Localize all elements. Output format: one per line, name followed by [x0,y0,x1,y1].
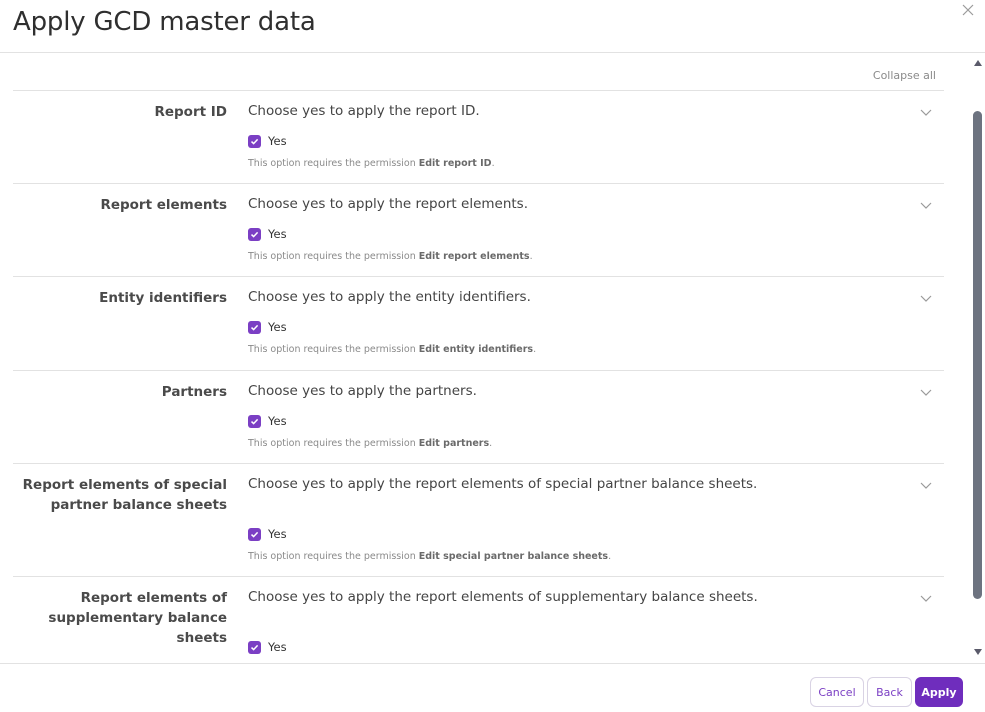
checkbox-box[interactable] [248,414,261,428]
checkbox-label: Yes [268,227,287,241]
dialog-content: Collapse all Report ID Choose yes to app… [0,53,985,663]
yes-checkbox[interactable]: Yes [248,640,287,654]
yes-checkbox[interactable]: Yes [248,320,287,334]
close-button[interactable] [960,2,976,18]
permission-note: This option requires the permission Edit… [248,158,495,169]
section-report-id: Report ID Choose yes to apply the report… [13,91,944,184]
permission-note: This option requires the permission Edit… [248,438,493,449]
sections-list: Report ID Choose yes to apply the report… [13,90,944,663]
section-description: Choose yes to apply the entity identifie… [248,289,531,305]
scroll-down-arrow-icon[interactable] [974,649,982,655]
chevron-down-icon[interactable] [919,591,933,605]
section-supplementary-balance-sheets: Report elements of supplementary balance… [13,577,944,663]
collapse-all-link[interactable]: Collapse all [873,69,936,82]
dialog-title: Apply GCD master data [13,7,316,37]
vertical-scrollbar[interactable] [969,53,985,663]
permission-name: Edit entity identifiers [418,344,534,355]
dialog-footer: Cancel Back Apply [0,663,985,712]
permission-note: This option requires the permission Edit… [248,551,612,562]
section-description: Choose yes to apply the report elements … [248,476,758,492]
close-icon [962,4,974,16]
yes-checkbox[interactable]: Yes [248,414,287,428]
yes-checkbox[interactable]: Yes [248,527,287,541]
scroll-up-arrow-icon[interactable] [974,60,982,66]
apply-button[interactable]: Apply [915,677,963,707]
section-report-elements: Report elements Choose yes to apply the … [13,184,944,277]
yes-checkbox[interactable]: Yes [248,134,287,148]
permission-name: Edit special partner balance sheets [418,551,609,562]
chevron-down-icon[interactable] [919,198,933,212]
checkbox-label: Yes [268,414,287,428]
checkbox-label: Yes [268,527,287,541]
section-description: Choose yes to apply the partners. [248,383,477,399]
checkmark-icon [250,418,259,425]
chevron-down-icon[interactable] [919,105,933,119]
section-label: Entity identifiers [99,290,227,306]
permission-name: Edit report ID [418,158,492,169]
chevron-down-icon[interactable] [919,291,933,305]
checkbox-box[interactable] [248,134,261,148]
checkbox-label: Yes [268,134,287,148]
section-label: Partners [161,384,227,400]
checkmark-icon [250,644,259,651]
checkmark-icon [250,138,259,145]
checkbox-label: Yes [268,640,287,654]
permission-note: This option requires the permission Edit… [248,251,533,262]
checkmark-icon [250,531,259,538]
section-label: Report elements of special partner balan… [22,477,227,513]
permission-note: This option requires the permission Edit… [248,344,537,355]
section-description: Choose yes to apply the report ID. [248,103,480,119]
checkmark-icon [250,231,259,238]
back-button[interactable]: Back [867,677,912,707]
section-description: Choose yes to apply the report elements … [248,589,758,605]
checkbox-box[interactable] [248,640,261,654]
checkbox-box[interactable] [248,527,261,541]
permission-name: Edit partners [418,438,490,449]
section-entity-identifiers: Entity identifiers Choose yes to apply t… [13,277,944,371]
section-label: Report elements of supplementary balance… [48,590,227,646]
chevron-down-icon[interactable] [919,478,933,492]
permission-name: Edit report elements [418,251,530,262]
checkmark-icon [250,324,259,331]
section-label: Report ID [154,104,227,120]
scroll-thumb[interactable] [973,111,982,599]
checkbox-label: Yes [268,320,287,334]
section-description: Choose yes to apply the report elements. [248,196,528,212]
chevron-down-icon[interactable] [919,385,933,399]
checkbox-box[interactable] [248,320,261,334]
dialog-header: Apply GCD master data [0,0,985,53]
section-partners: Partners Choose yes to apply the partner… [13,371,944,464]
section-special-partner-balance-sheets: Report elements of special partner balan… [13,464,944,577]
section-label: Report elements [100,197,227,213]
yes-checkbox[interactable]: Yes [248,227,287,241]
cancel-button[interactable]: Cancel [810,677,864,707]
checkbox-box[interactable] [248,227,261,241]
